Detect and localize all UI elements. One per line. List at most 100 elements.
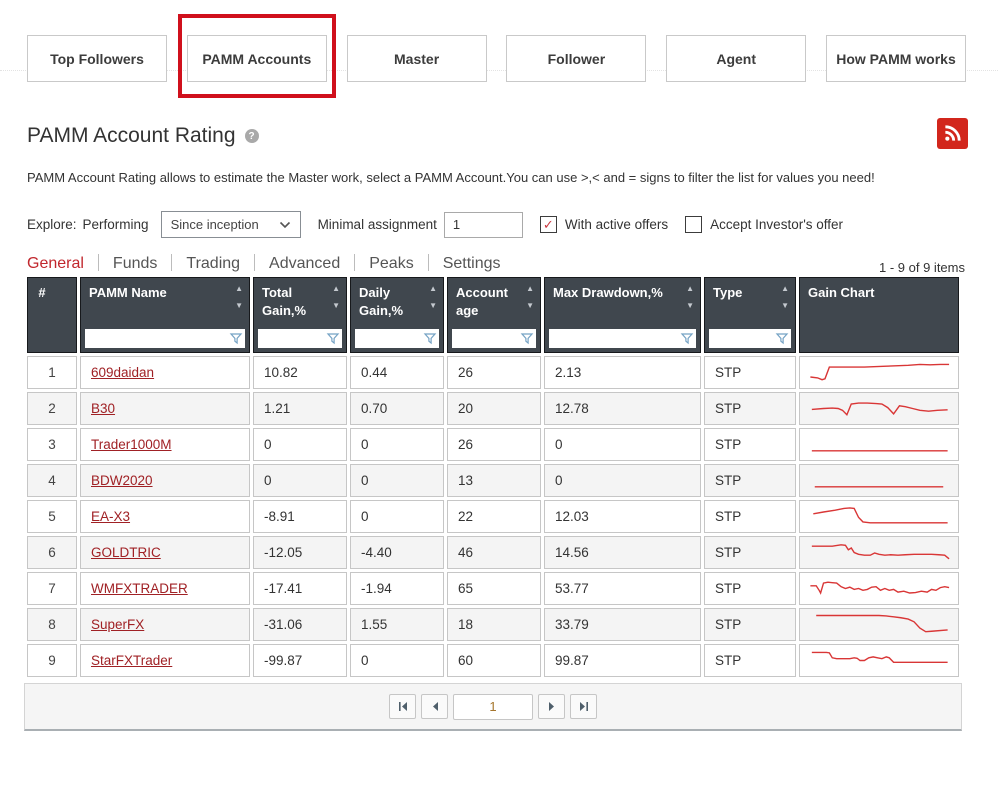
column-filter-input[interactable] xyxy=(85,330,229,347)
cell-daily-gain: 0.70 xyxy=(350,392,444,425)
nav-button-top-followers[interactable]: Top Followers xyxy=(27,35,167,82)
tab-peaks[interactable]: Peaks xyxy=(369,255,413,273)
pamm-name-link[interactable]: 609daidan xyxy=(91,365,154,380)
sort-arrows[interactable]: ▲▼ xyxy=(526,285,534,310)
nav-button-agent[interactable]: Agent xyxy=(666,35,806,82)
column-title: Account age xyxy=(448,278,520,319)
filter-funnel-icon[interactable] xyxy=(680,332,694,345)
sort-arrows[interactable]: ▲▼ xyxy=(686,285,694,310)
pamm-name-link[interactable]: B30 xyxy=(91,401,115,416)
help-icon[interactable]: ? xyxy=(245,129,259,143)
gain-sparkline xyxy=(806,575,952,602)
cell-pamm-name: B30 xyxy=(80,392,250,425)
column-header-daily-gain-[interactable]: Daily Gain,%▲▼ xyxy=(350,277,444,353)
cell-gain-chart xyxy=(799,608,959,641)
filter-funnel-icon[interactable] xyxy=(775,332,789,345)
prev-page-icon xyxy=(430,700,440,713)
sort-desc-icon[interactable]: ▼ xyxy=(429,302,437,310)
cell-daily-gain: 0 xyxy=(350,428,444,461)
sort-asc-icon[interactable]: ▲ xyxy=(686,285,694,293)
cell-daily-gain: 0 xyxy=(350,500,444,533)
table-row: 9StarFXTrader-99.8706099.87STP xyxy=(27,644,959,677)
pamm-name-link[interactable]: StarFXTrader xyxy=(91,653,172,668)
nav-button-wrap: Agent xyxy=(666,35,806,82)
cell-type: STP xyxy=(704,500,796,533)
column-header-type[interactable]: Type▲▼ xyxy=(704,277,796,353)
pamm-name-link[interactable]: SuperFX xyxy=(91,617,144,632)
sort-arrows[interactable]: ▲▼ xyxy=(332,285,340,310)
tab-trading[interactable]: Trading xyxy=(186,255,240,273)
sort-arrows[interactable]: ▲▼ xyxy=(235,285,243,310)
cell-type: STP xyxy=(704,356,796,389)
cell-row-number: 9 xyxy=(27,644,77,677)
filter-funnel-icon[interactable] xyxy=(423,332,437,345)
title-row: PAMM Account Rating ? xyxy=(27,124,971,148)
filter-funnel-icon[interactable] xyxy=(326,332,340,345)
nav-button-master[interactable]: Master xyxy=(347,35,487,82)
cell-total-gain: -99.87 xyxy=(253,644,347,677)
column-header-max-drawdown-[interactable]: Max Drawdown,%▲▼ xyxy=(544,277,701,353)
cell-max-drawdown: 0 xyxy=(544,428,701,461)
pamm-name-link[interactable]: EA-X3 xyxy=(91,509,130,524)
column-filter-input[interactable] xyxy=(355,330,423,347)
sort-asc-icon[interactable]: ▲ xyxy=(429,285,437,293)
accept-investors-offer-checkbox[interactable]: ✓ xyxy=(685,216,702,233)
filter-funnel-icon[interactable] xyxy=(520,332,534,345)
pamm-name-link[interactable]: WMFXTRADER xyxy=(91,581,188,596)
cell-pamm-name: Trader1000M xyxy=(80,428,250,461)
sort-asc-icon[interactable]: ▲ xyxy=(332,285,340,293)
sort-desc-icon[interactable]: ▼ xyxy=(332,302,340,310)
sort-asc-icon[interactable]: ▲ xyxy=(781,285,789,293)
column-filter-input[interactable] xyxy=(258,330,326,347)
nav-button-pamm-accounts[interactable]: PAMM Accounts xyxy=(187,35,327,82)
pamm-name-link[interactable]: BDW2020 xyxy=(91,473,153,488)
column-filter xyxy=(355,329,439,348)
top-nav: Top Followers PAMM Accounts Master Follower… xyxy=(0,0,998,82)
pager-next-button[interactable] xyxy=(538,694,565,719)
with-active-offers-checkbox[interactable]: ✓ xyxy=(540,216,557,233)
cell-max-drawdown: 0 xyxy=(544,464,701,497)
filter-funnel-icon[interactable] xyxy=(229,332,243,345)
cell-gain-chart xyxy=(799,500,959,533)
pamm-name-link[interactable]: GOLDTRIC xyxy=(91,545,161,560)
rss-icon[interactable] xyxy=(937,118,968,149)
column-filter-input[interactable] xyxy=(709,330,775,347)
pager-prev-button[interactable] xyxy=(421,694,448,719)
column-filter xyxy=(549,329,696,348)
minimal-assignment-input[interactable] xyxy=(444,212,523,238)
pager-last-button[interactable] xyxy=(570,694,597,719)
column-header-pamm-name[interactable]: PAMM Name▲▼ xyxy=(80,277,250,353)
nav-button-how-pamm-works[interactable]: How PAMM works xyxy=(826,35,966,82)
tab-general[interactable]: General xyxy=(27,255,84,273)
tab-funds[interactable]: Funds xyxy=(113,255,157,273)
cell-pamm-name: 609daidan xyxy=(80,356,250,389)
cell-account-age: 13 xyxy=(447,464,541,497)
sort-arrows[interactable]: ▲▼ xyxy=(781,285,789,310)
sort-asc-icon[interactable]: ▲ xyxy=(235,285,243,293)
cell-total-gain: 1.21 xyxy=(253,392,347,425)
column-filter-input[interactable] xyxy=(452,330,520,347)
cell-total-gain: -8.91 xyxy=(253,500,347,533)
column-header-account-age[interactable]: Account age▲▼ xyxy=(447,277,541,353)
sort-desc-icon[interactable]: ▼ xyxy=(686,302,694,310)
cell-total-gain: -31.06 xyxy=(253,608,347,641)
column-filter-input[interactable] xyxy=(549,330,680,347)
cell-total-gain: 0 xyxy=(253,464,347,497)
pager-first-button[interactable] xyxy=(389,694,416,719)
sort-desc-icon[interactable]: ▼ xyxy=(235,302,243,310)
pamm-name-link[interactable]: Trader1000M xyxy=(91,437,172,452)
sort-asc-icon[interactable]: ▲ xyxy=(526,285,534,293)
tab-separator xyxy=(98,254,99,271)
tab-advanced[interactable]: Advanced xyxy=(269,255,340,273)
pager-page-input[interactable] xyxy=(453,694,533,720)
column-header-total-gain-[interactable]: Total Gain,%▲▼ xyxy=(253,277,347,353)
period-select[interactable]: Since inception xyxy=(161,211,301,238)
cell-gain-chart xyxy=(799,536,959,569)
cell-type: STP xyxy=(704,572,796,605)
column-title: # xyxy=(28,278,56,302)
sort-desc-icon[interactable]: ▼ xyxy=(526,302,534,310)
tab-settings[interactable]: Settings xyxy=(443,255,501,273)
nav-button-follower[interactable]: Follower xyxy=(506,35,646,82)
sort-arrows[interactable]: ▲▼ xyxy=(429,285,437,310)
sort-desc-icon[interactable]: ▼ xyxy=(781,302,789,310)
